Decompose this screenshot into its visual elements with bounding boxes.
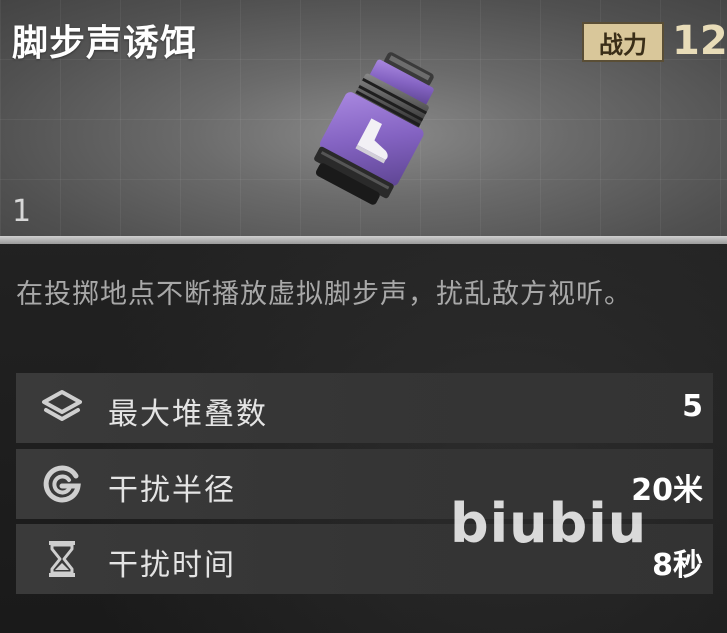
stat-value: 8秒: [652, 548, 703, 583]
stat-row-max-stack: 最大堆叠数 5: [16, 373, 713, 443]
footstep-decoy-grenade-icon: [314, 52, 434, 205]
stat-label: 干扰半径: [108, 473, 236, 508]
power-badge: 战力: [582, 22, 664, 62]
hourglass-icon: [49, 541, 75, 577]
item-detail-card: 脚步声诱饵 战力 12 1 在投掷地点不断播放虚拟脚步声，扰乱敌方视听。 最大堆…: [0, 0, 727, 633]
stat-label: 干扰时间: [108, 548, 236, 583]
item-count: 1: [12, 194, 32, 229]
stat-label: 最大堆叠数: [108, 397, 268, 432]
power-value: 12: [672, 18, 727, 64]
stack-layers-icon: [42, 390, 82, 421]
item-title: 脚步声诱饵: [12, 23, 198, 64]
stat-value: 5: [682, 389, 703, 424]
header-divider: [0, 236, 727, 244]
item-description: 在投掷地点不断播放虚拟脚步声，扰乱敌方视听。: [16, 279, 632, 310]
g-circle-icon: [43, 465, 81, 503]
watermark-logo: biubiu: [450, 492, 648, 555]
item-header: 脚步声诱饵 战力 12 1: [0, 0, 727, 244]
